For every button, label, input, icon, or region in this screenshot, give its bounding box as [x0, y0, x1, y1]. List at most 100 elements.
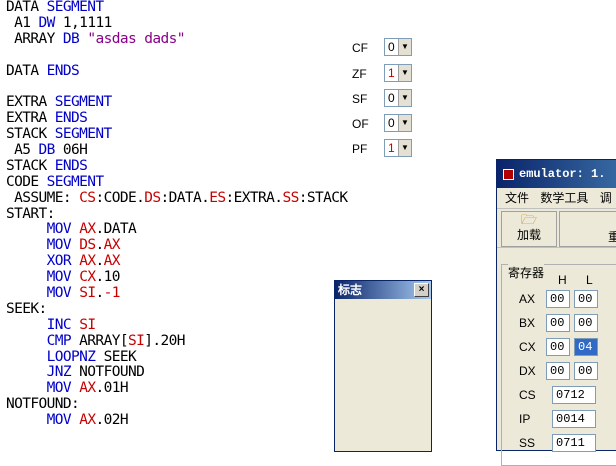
code-line[interactable]: STACK SEGMENT — [0, 126, 616, 143]
code-token: ENDS — [54, 157, 88, 174]
register-ax-l-field[interactable]: 00 — [574, 290, 598, 308]
code-token: JNZ — [46, 364, 72, 381]
flag-cf-select[interactable]: 0 ▼ — [384, 38, 412, 56]
register-ip-field[interactable]: 0014 — [552, 410, 596, 428]
flag-pf-select[interactable]: 1 ▼ — [384, 139, 412, 157]
flags-title-bar[interactable]: 标志 × — [335, 281, 431, 299]
chevron-down-icon[interactable]: ▼ — [398, 65, 411, 81]
register-cx-l-field[interactable]: 04 — [574, 338, 598, 356]
code-token: A1 — [6, 14, 39, 31]
registers-title: 寄存器 — [508, 264, 545, 281]
flag-value: 0 — [388, 91, 395, 105]
flag-of-select[interactable]: 0 ▼ — [384, 114, 412, 132]
flag-value: 1 — [388, 66, 395, 80]
code-token: STACK — [6, 157, 55, 174]
code-token: :STACK — [298, 189, 348, 206]
code-token: .01H — [95, 380, 128, 397]
register-ax-h-field[interactable]: 00 — [546, 290, 570, 308]
chevron-down-icon[interactable]: ▼ — [398, 39, 411, 55]
code-token: MOV — [46, 269, 72, 286]
code-line[interactable] — [0, 79, 616, 95]
register-bx-label: BX — [519, 316, 536, 330]
emulator-title-bar[interactable]: emulator: 1. — [497, 160, 616, 188]
code-token: EXTRA — [6, 94, 55, 111]
flag-zf-select[interactable]: 1 ▼ — [384, 64, 412, 82]
code-token: MOV — [46, 380, 72, 397]
reload-button-label: 重 — [608, 230, 616, 244]
code-token: AX — [103, 253, 121, 270]
code-token: SEEK — [95, 348, 137, 365]
code-token: CODE — [6, 173, 47, 190]
code-line[interactable]: DATA SEGMENT — [0, 0, 616, 16]
register-ss-field[interactable]: 0711 — [552, 434, 596, 452]
flags-window[interactable]: 标志 × CF 0 ▼ ZF 1 ▼ SF 0 ▼ OF 0 ▼ PF 1 ▼ — [334, 38, 432, 452]
code-token: ARRAY — [6, 30, 63, 47]
flag-value: 0 — [388, 40, 395, 54]
close-icon[interactable]: × — [414, 283, 429, 297]
flag-value: 1 — [388, 141, 395, 155]
code-token: NOTFOUND: — [6, 396, 80, 413]
emulator-title: emulator: 1. — [519, 167, 606, 181]
code-token: START: — [6, 205, 55, 222]
emulator-window[interactable]: emulator: 1. 文件 数学工具 调 🗁 加载 重 寄存器 H L AX… — [496, 159, 616, 466]
register-ax-label: AX — [519, 292, 536, 306]
column-h-label: H — [558, 273, 567, 287]
code-token: DATA — [6, 0, 47, 15]
emulator-menubar: 文件 数学工具 调 — [497, 188, 616, 209]
code-token: DB — [38, 142, 56, 159]
chevron-down-icon[interactable]: ▼ — [398, 90, 411, 106]
flag-value: 0 — [388, 116, 395, 130]
register-cs-label: CS — [519, 388, 536, 402]
code-token: LOOPNZ — [46, 348, 96, 365]
menu-file[interactable]: 文件 — [505, 188, 529, 208]
code-token: -1 — [103, 285, 121, 302]
code-token: STACK — [6, 126, 55, 143]
code-token: AX — [79, 412, 96, 429]
code-token: CMP — [46, 332, 72, 349]
code-token: ES — [209, 189, 226, 206]
reload-button[interactable]: 重 — [559, 211, 616, 247]
code-line[interactable]: EXTRA SEGMENT — [0, 94, 616, 111]
register-cs-field[interactable]: 0712 — [552, 386, 596, 404]
code-token: MOV — [46, 221, 72, 238]
code-line[interactable]: A1 DW 1,1111 — [0, 14, 616, 32]
code-line[interactable] — [0, 48, 616, 64]
register-dx-l-field[interactable]: 00 — [574, 362, 598, 380]
register-bx-l-field[interactable]: 00 — [574, 314, 598, 332]
code-token: MOV — [46, 285, 72, 302]
menu-math-tools[interactable]: 数学工具 — [540, 188, 588, 208]
load-button-label: 加载 — [516, 228, 541, 242]
folder-open-icon: 🗁 — [520, 212, 538, 227]
register-bx-h-field[interactable]: 00 — [546, 314, 570, 332]
chevron-down-icon[interactable]: ▼ — [398, 115, 411, 131]
code-token: :EXTRA. — [225, 189, 284, 206]
code-line[interactable]: DATA ENDS — [0, 63, 616, 80]
code-token: ARRAY[ — [71, 332, 128, 349]
menu-debug[interactable]: 调 — [600, 188, 612, 208]
code-token: "asdas dads" — [79, 30, 185, 47]
flag-label: SF — [352, 92, 368, 106]
register-cx-h-field[interactable]: 00 — [546, 338, 570, 356]
column-l-label: L — [586, 273, 593, 287]
register-dx-h-field[interactable]: 00 — [546, 362, 570, 380]
code-token: . — [95, 285, 104, 302]
code-line[interactable]: A5 DB 06H — [0, 142, 616, 159]
code-token: CX — [79, 269, 96, 286]
load-button[interactable]: 🗁 加载 — [501, 211, 557, 247]
code-line[interactable]: EXTRA ENDS — [0, 110, 616, 127]
code-line[interactable]: ARRAY DB "asdas dads" — [0, 30, 616, 48]
code-token: DS — [144, 189, 161, 206]
code-token: INC — [46, 316, 72, 333]
flag-sf-select[interactable]: 0 ▼ — [384, 89, 412, 107]
code-token: .10 — [95, 269, 120, 286]
chevron-down-icon[interactable]: ▼ — [398, 140, 411, 156]
